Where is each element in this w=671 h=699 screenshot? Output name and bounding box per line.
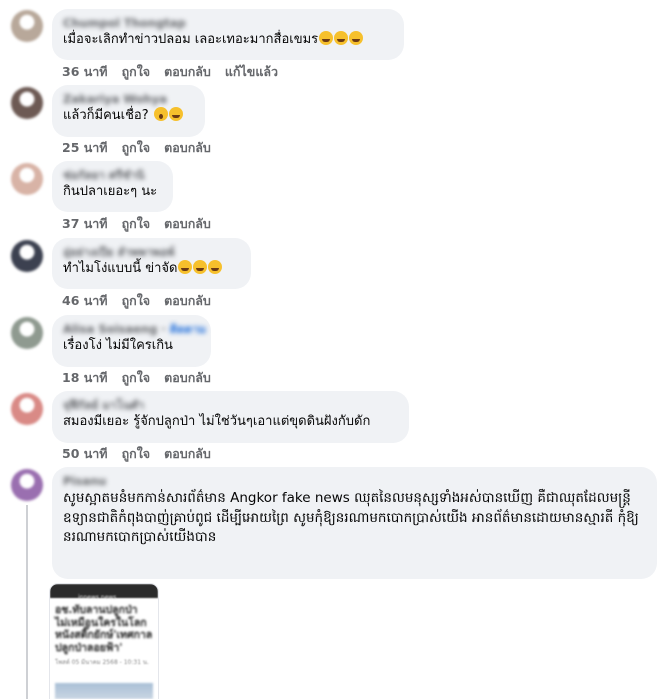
attachment-site-bar: innews.news <box>50 584 158 601</box>
like-button[interactable]: ถูกใจ <box>122 446 151 461</box>
comment-bubble: ช่อกัลยา ศรีชำนิ กินปลาเยอะๆ นะ <box>52 161 173 212</box>
comment-actions: 25 นาที ถูกใจ ตอบกลับ <box>62 140 225 156</box>
comment-text: กินปลาเยอะๆ นะ <box>63 184 158 199</box>
comment-actions: 37 นาที ถูกใจ ตอบกลับ <box>62 216 225 232</box>
comment-time[interactable]: 36 นาที <box>62 64 108 79</box>
reply-button[interactable]: ตอบกลับ <box>164 216 211 231</box>
laughing-emoji-icon <box>349 31 364 45</box>
edited-label[interactable]: แก้ไขแล้ว <box>225 64 278 79</box>
comment-bubble: Pisanu សូមស្អាតមនំមកកាន់សារព័ត៌មាន Angko… <box>52 467 657 579</box>
laughing-emoji-icon <box>193 260 208 274</box>
avatar[interactable] <box>11 317 43 349</box>
comment-actions: 46 นาที ถูกใจ ตอบกลับ <box>62 293 225 309</box>
avatar[interactable] <box>11 163 43 195</box>
follow-button[interactable]: ติดตาม <box>170 322 206 336</box>
like-button[interactable]: ถูกใจ <box>122 140 151 155</box>
comment-time[interactable]: 50 นาที <box>62 446 108 461</box>
comment-text: ทำไมโง่แบบนี้ ข่าจัด <box>63 260 240 277</box>
comment-author[interactable]: Pisanu <box>63 474 646 489</box>
reply-button[interactable]: ตอบกลับ <box>164 64 211 79</box>
laughing-emoji-icon <box>178 260 193 274</box>
comment-author[interactable]: ช่อกัลยา ศรีชำนิ <box>63 168 162 183</box>
like-button[interactable]: ถูกใจ <box>122 64 151 79</box>
laughing-emoji-icon <box>334 31 349 45</box>
like-button[interactable]: ถูกใจ <box>122 293 151 308</box>
avatar[interactable] <box>11 393 43 425</box>
comment-text: เมื่อจะเลิกทำข่าวปลอม เลอะเทอะมากสื่อเขม… <box>63 31 393 48</box>
comment-author[interactable]: Chumpol Thongtap <box>63 16 393 31</box>
attachment-image[interactable]: innews.news อช.ทับลานปลูกป่า ไม่เหมือนใค… <box>50 584 158 699</box>
comment-bubble: จุฬีกัลย์ มาโนศํา สมองมีเยอะ รู้จักปลูกป… <box>52 391 409 443</box>
comment-time[interactable]: 37 นาที <box>62 216 108 231</box>
like-button[interactable]: ถูกใจ <box>122 216 151 231</box>
comment-author[interactable]: Zakariya Wohya <box>63 92 194 107</box>
comment-author[interactable]: อุ่ยย่างเปีย ลำพพาพอพ์ <box>63 245 240 260</box>
avatar[interactable] <box>11 240 43 272</box>
avatar[interactable] <box>11 10 43 42</box>
like-button[interactable]: ถูกใจ <box>122 370 151 385</box>
shocked-emoji-icon <box>153 107 168 121</box>
laughing-emoji-icon <box>208 260 223 274</box>
comment-text: สมองมีเยอะ รู้จักปลูกป่า ไม่ใช่วันๆเอาแต… <box>63 414 371 429</box>
author-name[interactable]: Alisa Soisaeng <box>63 322 157 336</box>
laughing-emoji-icon <box>168 107 183 121</box>
comment-bubble: Zakariya Wohya แล้วก็มีคนเชื่อ? <box>52 85 205 137</box>
comment-bubble: Chumpol Thongtap เมื่อจะเลิกทำข่าวปลอม เ… <box>52 9 404 60</box>
reply-button[interactable]: ตอบกลับ <box>164 140 211 155</box>
comment-time[interactable]: 46 นาที <box>62 293 108 308</box>
comment-author[interactable]: จุฬีกัลย์ มาโนศํา <box>63 398 398 413</box>
attachment-meta: โพสต์ 05 มีนาคม 2568 - 10:31 น. <box>55 659 149 666</box>
comment-time[interactable]: 18 นาที <box>62 370 108 385</box>
comment-actions: 36 นาที ถูกใจ ตอบกลับ แก้ไขแล้ว <box>62 64 292 80</box>
attachment-headline: อช.ทับลานปลูกป่า ไม่เหมือนใครในโลก หนังส… <box>55 604 153 654</box>
comment-bubble: Alisa Soisaeng · ติดตาม เรื่องโง่ ไม่มีใ… <box>52 315 211 367</box>
comment-time[interactable]: 25 นาที <box>62 140 108 155</box>
comment-text: เรื่องโง่ ไม่มีใครเกิน <box>63 338 173 353</box>
attachment-photo <box>55 683 153 699</box>
laughing-emoji-icon <box>319 31 334 45</box>
reply-thread-line <box>26 505 28 699</box>
comment-text: សូមស្អាតមនំមកកាន់សារព័ត៌មាន Angkor fake … <box>63 490 639 545</box>
comment-author: Alisa Soisaeng · ติดตาม <box>63 322 207 336</box>
comment-text: แล้วก็มีคนเชื่อ? <box>63 107 194 124</box>
reply-button[interactable]: ตอบกลับ <box>164 293 211 308</box>
comment-bubble: อุ่ยย่างเปีย ลำพพาพอพ์ ทำไมโง่แบบนี้ ข่า… <box>52 238 251 289</box>
avatar[interactable] <box>11 469 43 501</box>
comment-actions: 50 นาที ถูกใจ ตอบกลับ <box>62 446 225 462</box>
reply-button[interactable]: ตอบกลับ <box>164 370 211 385</box>
comment-actions: 18 นาที ถูกใจ ตอบกลับ <box>62 370 225 386</box>
reply-button[interactable]: ตอบกลับ <box>164 446 211 461</box>
avatar[interactable] <box>11 87 43 119</box>
